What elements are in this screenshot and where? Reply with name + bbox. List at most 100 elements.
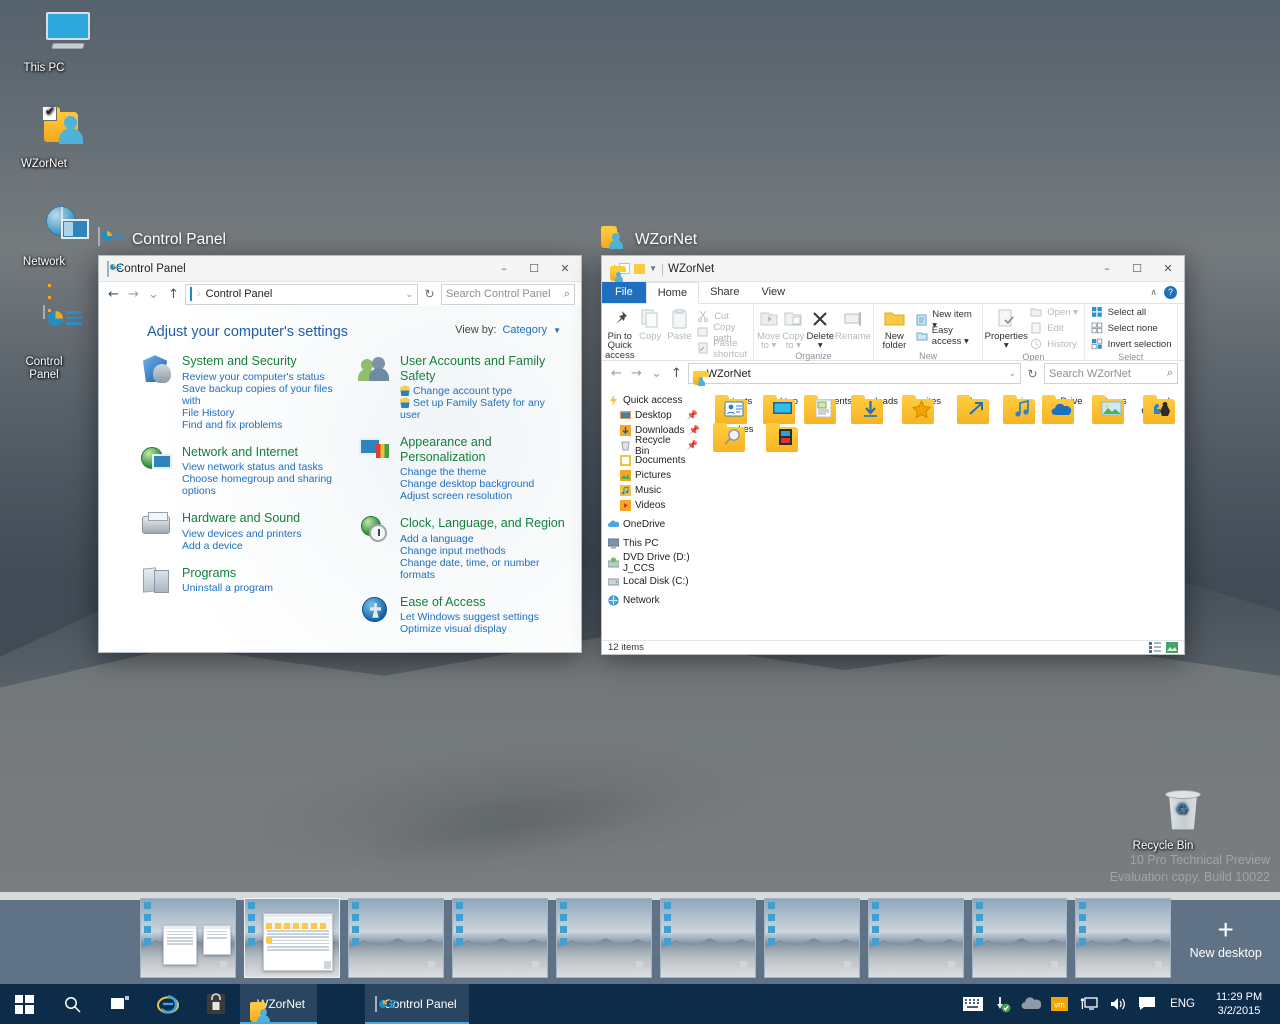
category-link[interactable]: Find and fix problems — [182, 419, 349, 431]
category-link[interactable]: View network status and tasks — [182, 461, 332, 473]
category-link[interactable]: Optimize visual display — [400, 623, 539, 635]
minimize-button[interactable]: – — [489, 256, 519, 282]
desktop-icon-this-pc[interactable]: This PC — [6, 12, 90, 75]
category-link[interactable]: Uninstall a program — [182, 582, 273, 594]
view-by-value[interactable]: Category — [502, 324, 547, 336]
details-view-icon[interactable] — [1149, 641, 1161, 653]
list-item[interactable]: Searches — [710, 423, 757, 453]
onedrive-cloud-icon[interactable] — [1016, 984, 1045, 1024]
category-name[interactable]: Network and Internet — [182, 445, 332, 460]
list-item[interactable]: Favorites — [898, 395, 945, 425]
search-input[interactable]: Search Control Panel ⌕ — [441, 283, 575, 305]
vmware-icon[interactable]: vm — [1045, 984, 1074, 1024]
new-folder-button[interactable]: New folder — [877, 306, 912, 351]
pin-icon[interactable]: 📌 — [687, 410, 698, 421]
rename-button[interactable]: Rename — [835, 306, 871, 351]
tab-share[interactable]: Share — [699, 282, 750, 303]
category-name[interactable]: Programs — [182, 566, 273, 581]
tab-file[interactable]: File — [602, 282, 646, 303]
start-button[interactable] — [0, 984, 48, 1024]
control-panel-window[interactable]: Control Panel – ☐ ✕ ← → ⌄ ↑ › Control — [98, 255, 582, 653]
properties-button[interactable]: Properties ▾ — [985, 306, 1028, 352]
category-programs[interactable]: Programs Uninstall a program — [141, 566, 349, 596]
nav-item-recycle-bin[interactable]: Recycle Bin 📌 — [606, 435, 702, 457]
explorer-title-bar[interactable]: | ▼ | WZorNet – ☐ ✕ — [602, 256, 1184, 282]
forward-button[interactable]: → — [125, 287, 142, 302]
search-input[interactable]: Search WZorNet ⌕ — [1044, 363, 1178, 385]
nav-item-desktop[interactable]: Desktop 📌 — [606, 408, 702, 423]
usb-safely-remove-icon[interactable] — [987, 984, 1016, 1024]
desktop-thumbnail-1[interactable] — [140, 898, 236, 978]
nav-item-onedrive[interactable]: OneDrive — [606, 517, 702, 532]
open-button[interactable]: Open ▾ — [1030, 306, 1078, 320]
list-item[interactable]: Music — [992, 395, 1039, 425]
tab-view[interactable]: View — [750, 282, 796, 303]
category-name[interactable]: System and Security — [182, 354, 349, 369]
language-indicator[interactable]: ENG — [1161, 998, 1204, 1010]
touch-keyboard-icon[interactable] — [958, 984, 987, 1024]
desktop-thumbnail-4[interactable] — [451, 898, 548, 978]
maximize-button[interactable]: ☐ — [519, 256, 549, 282]
list-item[interactable]: Downloads — [851, 395, 898, 425]
desktop-thumbnail-3[interactable] — [347, 898, 444, 978]
list-item[interactable]: Links — [945, 395, 992, 425]
desktop-icon-control-panel[interactable]: Control Panel — [6, 283, 82, 381]
pin-icon[interactable]: 📌 — [687, 440, 698, 451]
move-to-button[interactable]: Move to ▾ — [757, 306, 780, 351]
address-input[interactable]: › WZorNet ⌄ — [688, 363, 1021, 386]
action-center-icon[interactable] — [1132, 984, 1161, 1024]
category-appearance-and-personalization[interactable]: Appearance and Personalization Change th… — [359, 435, 567, 502]
search-button[interactable] — [48, 984, 96, 1024]
large-icons-view-icon[interactable] — [1166, 641, 1178, 653]
nav-item-local-disk[interactable]: Local Disk (C:) — [606, 574, 702, 589]
view-by-control[interactable]: View by: Category ▼ — [455, 324, 561, 336]
maximize-button[interactable]: ☐ — [1122, 256, 1152, 282]
list-item[interactable]: OneDrive — [1039, 395, 1086, 425]
quick-access-customize-icon[interactable]: ▼ — [649, 264, 657, 273]
category-link[interactable]: Save backup copies of your files with — [182, 383, 349, 407]
desktop-thumbnail-2[interactable] — [243, 898, 340, 978]
chevron-down-icon[interactable]: ▼ — [553, 326, 561, 335]
easy-access-button[interactable]: Easy access ▾ — [916, 325, 977, 347]
nav-item-pictures[interactable]: Pictures — [606, 468, 702, 483]
nav-item-videos[interactable]: Videos — [606, 498, 702, 513]
desktop-thumbnail-10[interactable] — [1075, 898, 1172, 978]
up-button[interactable]: ↑ — [668, 366, 685, 381]
category-link[interactable]: Change account type — [400, 385, 567, 397]
category-name[interactable]: User Accounts and Family Safety — [400, 354, 567, 383]
pin-icon[interactable]: 📌 — [688, 425, 699, 436]
copy-to-button[interactable]: Copy to ▾ — [782, 306, 804, 351]
task-view-window-control-panel[interactable]: Control Panel Control Panel – ☐ ✕ ← → ⌄ … — [98, 226, 582, 653]
list-item[interactable]: Saved Games — [1133, 395, 1180, 425]
taskbar-app-control-panel[interactable]: Control Panel — [365, 984, 469, 1024]
category-name[interactable]: Appearance and Personalization — [400, 435, 567, 464]
category-link[interactable]: View devices and printers — [182, 528, 301, 540]
control-panel-title-bar[interactable]: Control Panel – ☐ ✕ — [99, 256, 581, 282]
minimize-button[interactable]: – — [1092, 256, 1122, 282]
delete-button[interactable]: Delete ▾ — [807, 306, 834, 351]
desktop-icon-wzornet[interactable]: WZorNet — [6, 105, 83, 171]
desktop-thumbnail-5[interactable] — [555, 898, 652, 978]
taskbar-app-wzornet[interactable]: WZorNet — [240, 984, 317, 1024]
category-link[interactable]: Add a language — [400, 533, 567, 545]
invert-selection-button[interactable]: Invert selection — [1091, 338, 1172, 352]
category-user-accounts-and-family-safety[interactable]: User Accounts and Family Safety Change a… — [358, 354, 567, 421]
new-desktop-button[interactable]: + New desktop — [1171, 916, 1280, 961]
category-link[interactable]: Adjust screen resolution — [400, 490, 567, 502]
category-link[interactable]: Review your computer's status — [182, 371, 349, 383]
pin-to-quick-access-button[interactable]: Pin to Quick access — [605, 306, 635, 361]
refresh-icon[interactable]: ↻ — [421, 287, 438, 301]
category-name[interactable]: Hardware and Sound — [182, 511, 301, 526]
category-link[interactable]: Let Windows suggest settings — [400, 611, 539, 623]
category-link[interactable]: Choose homegroup and sharing — [182, 473, 332, 485]
list-item[interactable]: Pictures — [1086, 395, 1133, 425]
edit-button[interactable]: Edit — [1030, 322, 1078, 336]
desktop-thumbnail-6[interactable] — [659, 898, 756, 978]
remote-desktop-icon[interactable] — [1074, 984, 1103, 1024]
volume-icon[interactable] — [1103, 984, 1132, 1024]
category-clock-language-and-region[interactable]: Clock, Language, and Region Add a langua… — [359, 516, 567, 581]
nav-item-documents[interactable]: Documents — [606, 453, 702, 468]
desktop-icon-recycle-bin[interactable]: ♻ Recycle Bin — [1125, 788, 1201, 853]
collapse-ribbon-icon[interactable]: ∧ — [1150, 287, 1157, 298]
close-button[interactable]: ✕ — [1152, 256, 1184, 282]
